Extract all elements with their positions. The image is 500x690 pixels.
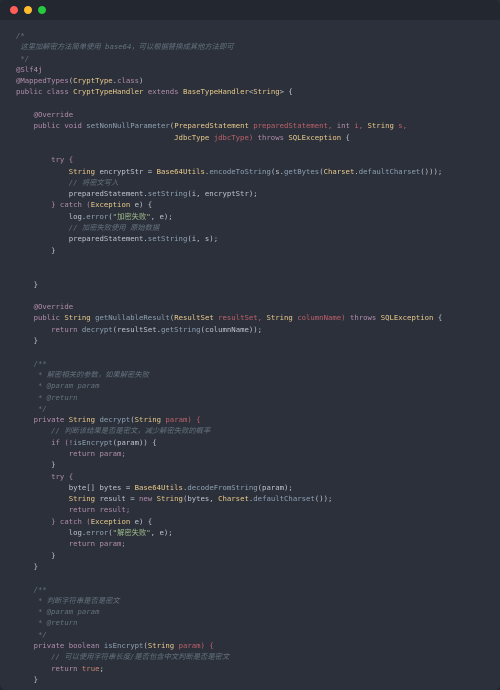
- annotation: @Override: [16, 110, 73, 119]
- code-editor[interactable]: /* 这里加解密方法简单使用 base64，可以根据替换成其他方法即可 */ @…: [0, 20, 500, 690]
- minimize-icon[interactable]: [24, 6, 32, 14]
- close-icon[interactable]: [10, 6, 18, 14]
- keyword: public class: [16, 87, 73, 96]
- javadoc: /**: [16, 585, 47, 594]
- comment: // 可以使用字符串长度/是否包含中文判断是否是密文: [16, 652, 229, 661]
- comment: */: [16, 54, 29, 63]
- comment: 这里加解密方法简单使用 base64，可以根据替换成其他方法即可: [16, 42, 234, 51]
- comment: // 将密文写入: [16, 178, 118, 187]
- string-literal: "解密失败": [113, 528, 151, 537]
- method-name: setNonNullParameter: [86, 121, 169, 130]
- comment: // 加密失败使用 原始数据: [16, 223, 159, 232]
- comment: // 判断该结果是否是密文，减少解密失败的概率: [16, 426, 210, 435]
- annotation: @MappedTypes: [16, 76, 69, 85]
- window-titlebar: [0, 0, 500, 20]
- code-window: /* 这里加解密方法简单使用 base64，可以根据替换成其他方法即可 */ @…: [0, 0, 500, 690]
- method-name: isEncrypt: [104, 641, 144, 650]
- method-name: decrypt: [99, 415, 130, 424]
- method-name: getNullableResult: [95, 313, 170, 322]
- class-name: CryptTypeHandler: [73, 87, 143, 96]
- annotation: @Slf4j: [16, 65, 42, 74]
- comment: /*: [16, 31, 25, 40]
- javadoc: /**: [16, 359, 47, 368]
- string-literal: "加密失败": [113, 212, 151, 221]
- maximize-icon[interactable]: [38, 6, 46, 14]
- annotation: @Override: [16, 302, 73, 311]
